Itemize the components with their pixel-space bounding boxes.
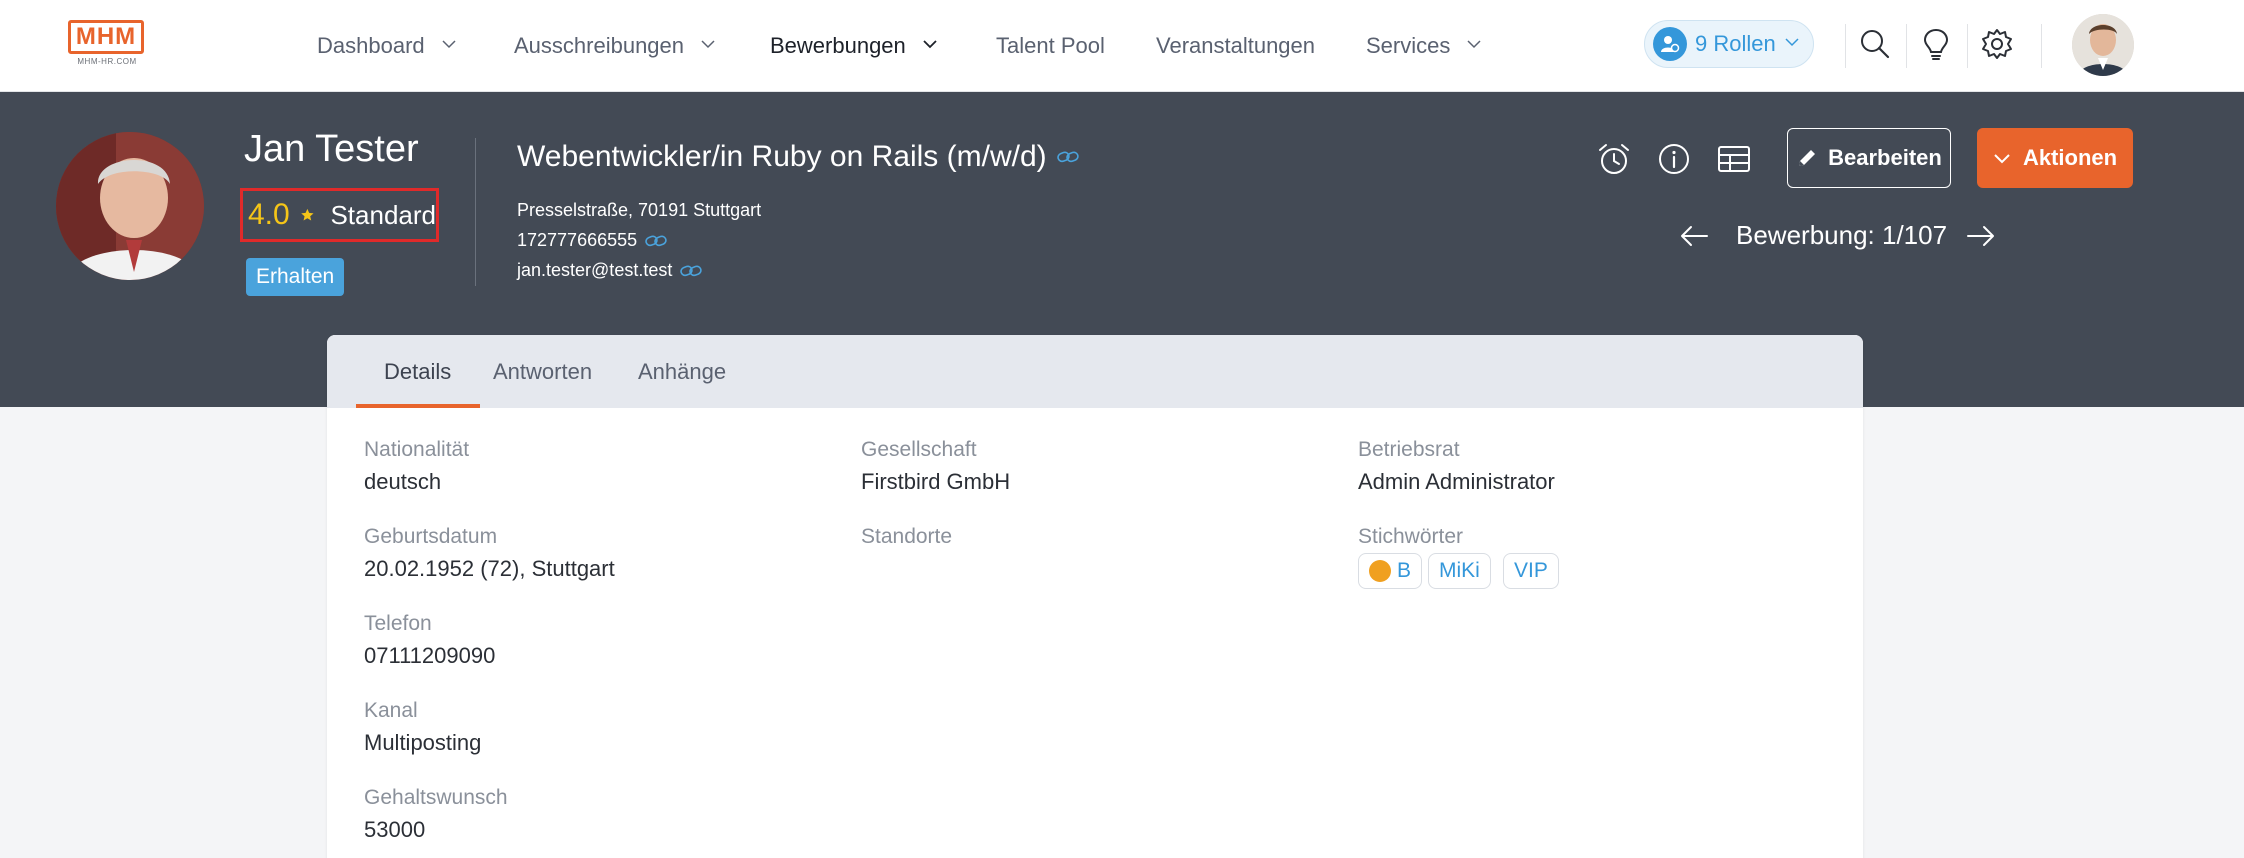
link-icon[interactable] bbox=[680, 264, 703, 278]
chevron-down-icon bbox=[701, 40, 715, 49]
user-roles-icon bbox=[1653, 27, 1687, 61]
keyword-tag[interactable]: MiKi bbox=[1428, 553, 1491, 589]
edit-button-label: Bearbeiten bbox=[1828, 145, 1942, 170]
application-counter: Bewerbung: 1/107 bbox=[1736, 220, 1948, 250]
table-icon[interactable] bbox=[1716, 141, 1752, 177]
chevron-down-icon bbox=[1994, 154, 2010, 164]
nav-item-talent-pool[interactable]: Talent Pool bbox=[996, 0, 1105, 92]
job-title-text: Webentwickler/in Ruby on Rails (m/w/d) bbox=[517, 140, 1047, 173]
top-navigation: MHM MHM-HR.COM Dashboard Ausschreibungen… bbox=[0, 0, 2244, 92]
actions-dropdown-button[interactable]: Aktionen bbox=[1977, 128, 2133, 188]
orange-dot-icon bbox=[1369, 560, 1391, 582]
company-label: Gesellschaft bbox=[861, 438, 977, 461]
divider bbox=[1906, 24, 1907, 68]
alarm-clock-icon[interactable] bbox=[1596, 141, 1632, 177]
divider bbox=[2041, 24, 2042, 68]
salary-value: 53000 bbox=[364, 817, 426, 842]
address-text: Presselstraße, 70191 Stuttgart bbox=[517, 200, 762, 220]
search-icon[interactable] bbox=[1855, 24, 1895, 64]
tab-anhaenge[interactable]: Anhänge bbox=[638, 335, 726, 408]
keywords-label: Stichwörter bbox=[1358, 525, 1464, 548]
phone-text: 172777666555 bbox=[517, 230, 638, 250]
rating-value: 4.0 bbox=[248, 198, 290, 231]
candidate-avatar bbox=[56, 132, 204, 280]
nav-item-label: Ausschreibungen bbox=[514, 33, 685, 58]
rating-label: Standard bbox=[330, 199, 436, 230]
candidate-rating[interactable]: 4.0 Standard bbox=[240, 188, 439, 242]
pencil-icon bbox=[1799, 150, 1816, 166]
star-icon bbox=[300, 208, 314, 221]
gear-icon[interactable] bbox=[1977, 24, 2017, 64]
keyword-tag[interactable]: VIP bbox=[1503, 553, 1559, 589]
job-title[interactable]: Webentwickler/in Ruby on Rails (m/w/d) bbox=[517, 140, 1079, 174]
candidate-email[interactable]: jan.tester@test.test bbox=[517, 260, 703, 281]
nav-item-veranstaltungen[interactable]: Veranstaltungen bbox=[1156, 0, 1315, 92]
nav-item-ausschreibungen[interactable]: Ausschreibungen bbox=[514, 0, 716, 92]
keyword-tag-label: MiKi bbox=[1439, 559, 1480, 582]
locations-label: Standorte bbox=[861, 525, 953, 548]
keyword-tag-label: B bbox=[1397, 559, 1412, 582]
nav-item-label: Dashboard bbox=[317, 33, 425, 58]
logo-mark: MHM bbox=[68, 20, 144, 54]
mhm-logo[interactable]: MHM MHM-HR.COM bbox=[68, 20, 146, 68]
keyword-tag[interactable]: B bbox=[1358, 553, 1423, 589]
chevron-down-icon bbox=[442, 40, 456, 49]
link-icon[interactable] bbox=[1056, 150, 1079, 164]
user-avatar[interactable] bbox=[2072, 14, 2134, 76]
divider bbox=[1845, 24, 1846, 68]
tab-details[interactable]: Details bbox=[384, 335, 451, 408]
tab-antworten[interactable]: Antworten bbox=[493, 335, 592, 408]
tab-bar: Details Antworten Anhänge bbox=[327, 335, 1863, 408]
candidate-address: Presselstraße, 70191 Stuttgart bbox=[517, 200, 761, 221]
candidate-phone[interactable]: 172777666555 bbox=[517, 230, 667, 251]
divider bbox=[475, 138, 476, 286]
previous-application-arrow-icon[interactable] bbox=[1676, 218, 1712, 254]
divider bbox=[1967, 24, 1968, 68]
channel-label: Kanal bbox=[364, 699, 418, 722]
works-council-value: Admin Administrator bbox=[1358, 469, 1555, 494]
phone-label: Telefon bbox=[364, 612, 432, 635]
phone-value: 07111209090 bbox=[364, 643, 496, 668]
link-icon[interactable] bbox=[645, 234, 667, 248]
keyword-tag-label: VIP bbox=[1514, 559, 1548, 582]
roles-dropdown[interactable]: 9 Rollen bbox=[1644, 20, 1814, 68]
nav-item-dashboard[interactable]: Dashboard bbox=[317, 0, 457, 92]
logo-subtext: MHM-HR.COM bbox=[77, 57, 137, 66]
info-icon[interactable] bbox=[1656, 141, 1692, 177]
chevron-down-icon bbox=[923, 40, 937, 49]
nav-item-bewerbungen[interactable]: Bewerbungen bbox=[770, 0, 938, 92]
nav-item-label: Veranstaltungen bbox=[1156, 33, 1316, 58]
chevron-down-icon bbox=[1467, 40, 1481, 49]
next-application-arrow-icon[interactable] bbox=[1963, 218, 1999, 254]
email-text: jan.tester@test.test bbox=[517, 260, 673, 280]
active-tab-indicator bbox=[356, 404, 480, 408]
candidate-name: Jan Tester bbox=[244, 128, 419, 170]
channel-value: Multiposting bbox=[364, 730, 482, 755]
lightbulb-icon[interactable] bbox=[1916, 24, 1956, 64]
roles-label: 9 Rollen bbox=[1695, 31, 1776, 56]
chevron-down-icon bbox=[1785, 38, 1799, 47]
nationality-label: Nationalität bbox=[364, 438, 470, 461]
status-badge: Erhalten bbox=[246, 258, 345, 296]
edit-button[interactable]: Bearbeiten bbox=[1787, 128, 1951, 188]
birthdate-value: 20.02.1952 (72), Stuttgart bbox=[364, 556, 615, 581]
actions-button-label: Aktionen bbox=[2022, 145, 2118, 170]
nav-item-services[interactable]: Services bbox=[1366, 0, 1482, 92]
birthdate-label: Geburtsdatum bbox=[364, 525, 498, 548]
works-council-label: Betriebsrat bbox=[1358, 438, 1460, 461]
salary-label: Gehaltswunsch bbox=[364, 786, 508, 809]
company-value: Firstbird GmbH bbox=[861, 469, 1011, 494]
details-card: Details Antworten Anhänge bbox=[327, 335, 1863, 858]
nav-item-label: Services bbox=[1366, 33, 1451, 58]
nationality-value: deutsch bbox=[364, 469, 442, 494]
nav-item-label: Talent Pool bbox=[996, 33, 1105, 58]
nav-item-label: Bewerbungen bbox=[770, 33, 906, 58]
